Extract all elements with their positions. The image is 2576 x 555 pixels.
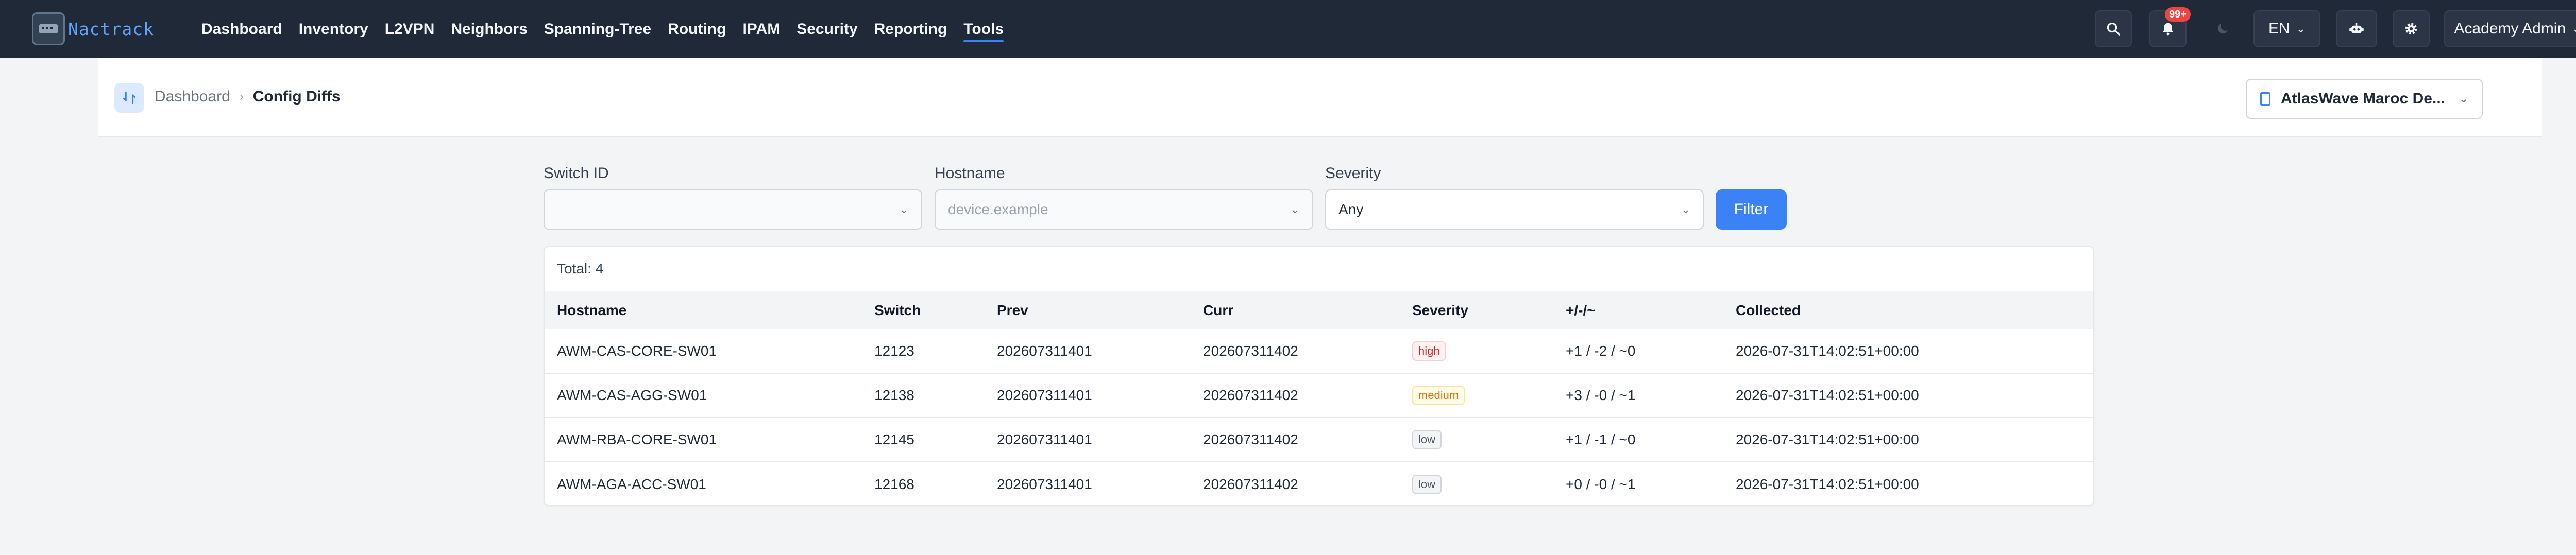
- cell-hostname: AWM-RBA-CORE-SW01: [557, 431, 717, 447]
- table-row[interactable]: AWM-CAS-CORE-SW01 12123 202607311401 202…: [545, 329, 2093, 374]
- nav-tools[interactable]: Tools: [963, 21, 1004, 42]
- cell-diff: +1 / -1 / ~0: [1566, 431, 1636, 447]
- cell-diff: +0 / -0 / ~1: [1566, 476, 1636, 492]
- nav-dashboard[interactable]: Dashboard: [201, 21, 282, 38]
- severity-label: Severity: [1325, 165, 1381, 182]
- cell-collected: 2026-07-31T14:02:51+00:00: [1736, 431, 1919, 447]
- cell-switch: 12123: [874, 343, 914, 359]
- nav-spanning-tree[interactable]: Spanning-Tree: [544, 21, 651, 38]
- hostname-label: Hostname: [935, 165, 1005, 182]
- severity-badge: low: [1412, 475, 1442, 494]
- chevron-down-icon: ⌄: [899, 203, 909, 216]
- sync-icon: [114, 83, 144, 113]
- cell-collected: 2026-07-31T14:02:51+00:00: [1736, 387, 1919, 403]
- breadcrumb: Dashboard › Config Diffs: [155, 88, 341, 106]
- chevron-down-icon: ⌄: [2572, 22, 2576, 36]
- building-icon: [2260, 92, 2270, 106]
- user-name: Academy Admin: [2454, 20, 2566, 37]
- column-diff[interactable]: +/-/~: [1566, 302, 1596, 319]
- assistant-button[interactable]: [2336, 10, 2377, 47]
- nav-links: Dashboard Inventory L2VPN Neighbors Span…: [201, 0, 1020, 58]
- site-select-value: AtlasWave Maroc De...: [2281, 90, 2445, 107]
- notifications-button[interactable]: 99+: [2149, 7, 2191, 47]
- cell-prev: 202607311401: [997, 431, 1092, 447]
- breadcrumb-dashboard[interactable]: Dashboard: [155, 88, 230, 106]
- severity-select[interactable]: Any ⌄: [1325, 189, 1704, 230]
- gear-icon: [2405, 23, 2417, 35]
- cell-curr: 202607311402: [1203, 431, 1298, 447]
- table-row[interactable]: AWM-CAS-AGG-SW01 12138 202607311401 2026…: [545, 374, 2093, 418]
- brand[interactable]: Nactrack: [32, 12, 154, 45]
- column-hostname[interactable]: Hostname: [557, 302, 626, 319]
- switch-id-select[interactable]: ⌄: [544, 189, 922, 230]
- search-icon: [2107, 22, 2120, 36]
- nav-inventory[interactable]: Inventory: [299, 21, 368, 38]
- chevron-down-icon: ⌄: [1290, 203, 1300, 216]
- switch-id-label: Switch ID: [544, 165, 609, 182]
- cell-hostname: AWM-AGA-ACC-SW01: [557, 476, 706, 492]
- severity-badge: low: [1412, 430, 1442, 449]
- chevron-down-icon: ⌄: [1681, 203, 1690, 216]
- theme-toggle-button[interactable]: [2204, 10, 2241, 47]
- nav-neighbors[interactable]: Neighbors: [451, 21, 527, 38]
- nav-l2vpn[interactable]: L2VPN: [385, 21, 435, 38]
- hostname-placeholder: device.example: [948, 201, 1048, 217]
- column-switch[interactable]: Switch: [874, 302, 921, 319]
- cell-curr: 202607311402: [1203, 343, 1298, 359]
- cell-switch: 12138: [874, 387, 914, 403]
- chevron-down-icon: ⌄: [2459, 92, 2468, 105]
- cell-prev: 202607311401: [997, 343, 1092, 359]
- filter-button[interactable]: Filter: [1716, 189, 1787, 230]
- page-header: Dashboard › Config Diffs AtlasWave Maroc…: [98, 58, 2542, 137]
- nav-reporting[interactable]: Reporting: [874, 21, 947, 38]
- cell-curr: 202607311402: [1203, 387, 1298, 403]
- config-diffs-table-card: Total: 4 Hostname Switch Prev Curr Sever…: [544, 246, 2094, 506]
- cell-prev: 202607311401: [997, 476, 1092, 492]
- cell-diff: +3 / -0 / ~1: [1566, 387, 1636, 403]
- table-row[interactable]: AWM-RBA-CORE-SW01 12145 202607311401 202…: [545, 418, 2093, 462]
- cell-collected: 2026-07-31T14:02:51+00:00: [1736, 476, 1919, 492]
- column-curr[interactable]: Curr: [1203, 302, 1233, 319]
- severity-badge: medium: [1412, 386, 1465, 405]
- brand-name: Nactrack: [68, 19, 154, 39]
- page-title: Config Diffs: [252, 88, 341, 105]
- language-value: EN: [2268, 20, 2290, 37]
- nav-security[interactable]: Security: [796, 21, 857, 38]
- nav-ipam[interactable]: IPAM: [742, 21, 780, 38]
- language-select[interactable]: EN ⌄: [2253, 10, 2320, 47]
- total-count: Total: 4: [557, 261, 604, 276]
- bell-icon: [2163, 23, 2173, 36]
- column-collected[interactable]: Collected: [1736, 302, 1801, 319]
- table-header: Hostname Switch Prev Curr Severity +/-/~…: [545, 291, 2093, 329]
- severity-value: Any: [1338, 201, 1364, 217]
- top-navbar: Nactrack Dashboard Inventory L2VPN Neigh…: [0, 0, 2576, 58]
- notification-count-badge: 99+: [2165, 7, 2191, 22]
- cell-hostname: AWM-CAS-CORE-SW01: [557, 343, 717, 359]
- app-logo-icon: [32, 12, 65, 45]
- cell-prev: 202607311401: [997, 387, 1092, 403]
- cell-switch: 12145: [874, 431, 914, 447]
- table-row[interactable]: AWM-AGA-ACC-SW01 12168 202607311401 2026…: [545, 462, 2093, 507]
- column-severity[interactable]: Severity: [1412, 302, 1468, 319]
- severity-badge: high: [1412, 341, 1446, 361]
- robot-icon: [2349, 23, 2364, 33]
- site-select[interactable]: AtlasWave Maroc De... ⌄: [2246, 79, 2483, 119]
- nav-routing[interactable]: Routing: [668, 21, 726, 38]
- cell-collected: 2026-07-31T14:02:51+00:00: [1736, 343, 1919, 359]
- chevron-right-icon: ›: [239, 90, 244, 103]
- search-button[interactable]: [2095, 10, 2132, 47]
- chevron-down-icon: ⌄: [2296, 22, 2306, 35]
- cell-hostname: AWM-CAS-AGG-SW01: [557, 387, 707, 403]
- moon-icon: [2217, 24, 2228, 34]
- hostname-input[interactable]: device.example ⌄: [935, 189, 1313, 230]
- settings-button[interactable]: [2393, 10, 2430, 47]
- column-prev[interactable]: Prev: [997, 302, 1028, 319]
- user-menu[interactable]: Academy Admin ⌄: [2444, 10, 2576, 47]
- cell-curr: 202607311402: [1203, 476, 1298, 492]
- cell-switch: 12168: [874, 476, 914, 492]
- cell-diff: +1 / -2 / ~0: [1566, 343, 1636, 359]
